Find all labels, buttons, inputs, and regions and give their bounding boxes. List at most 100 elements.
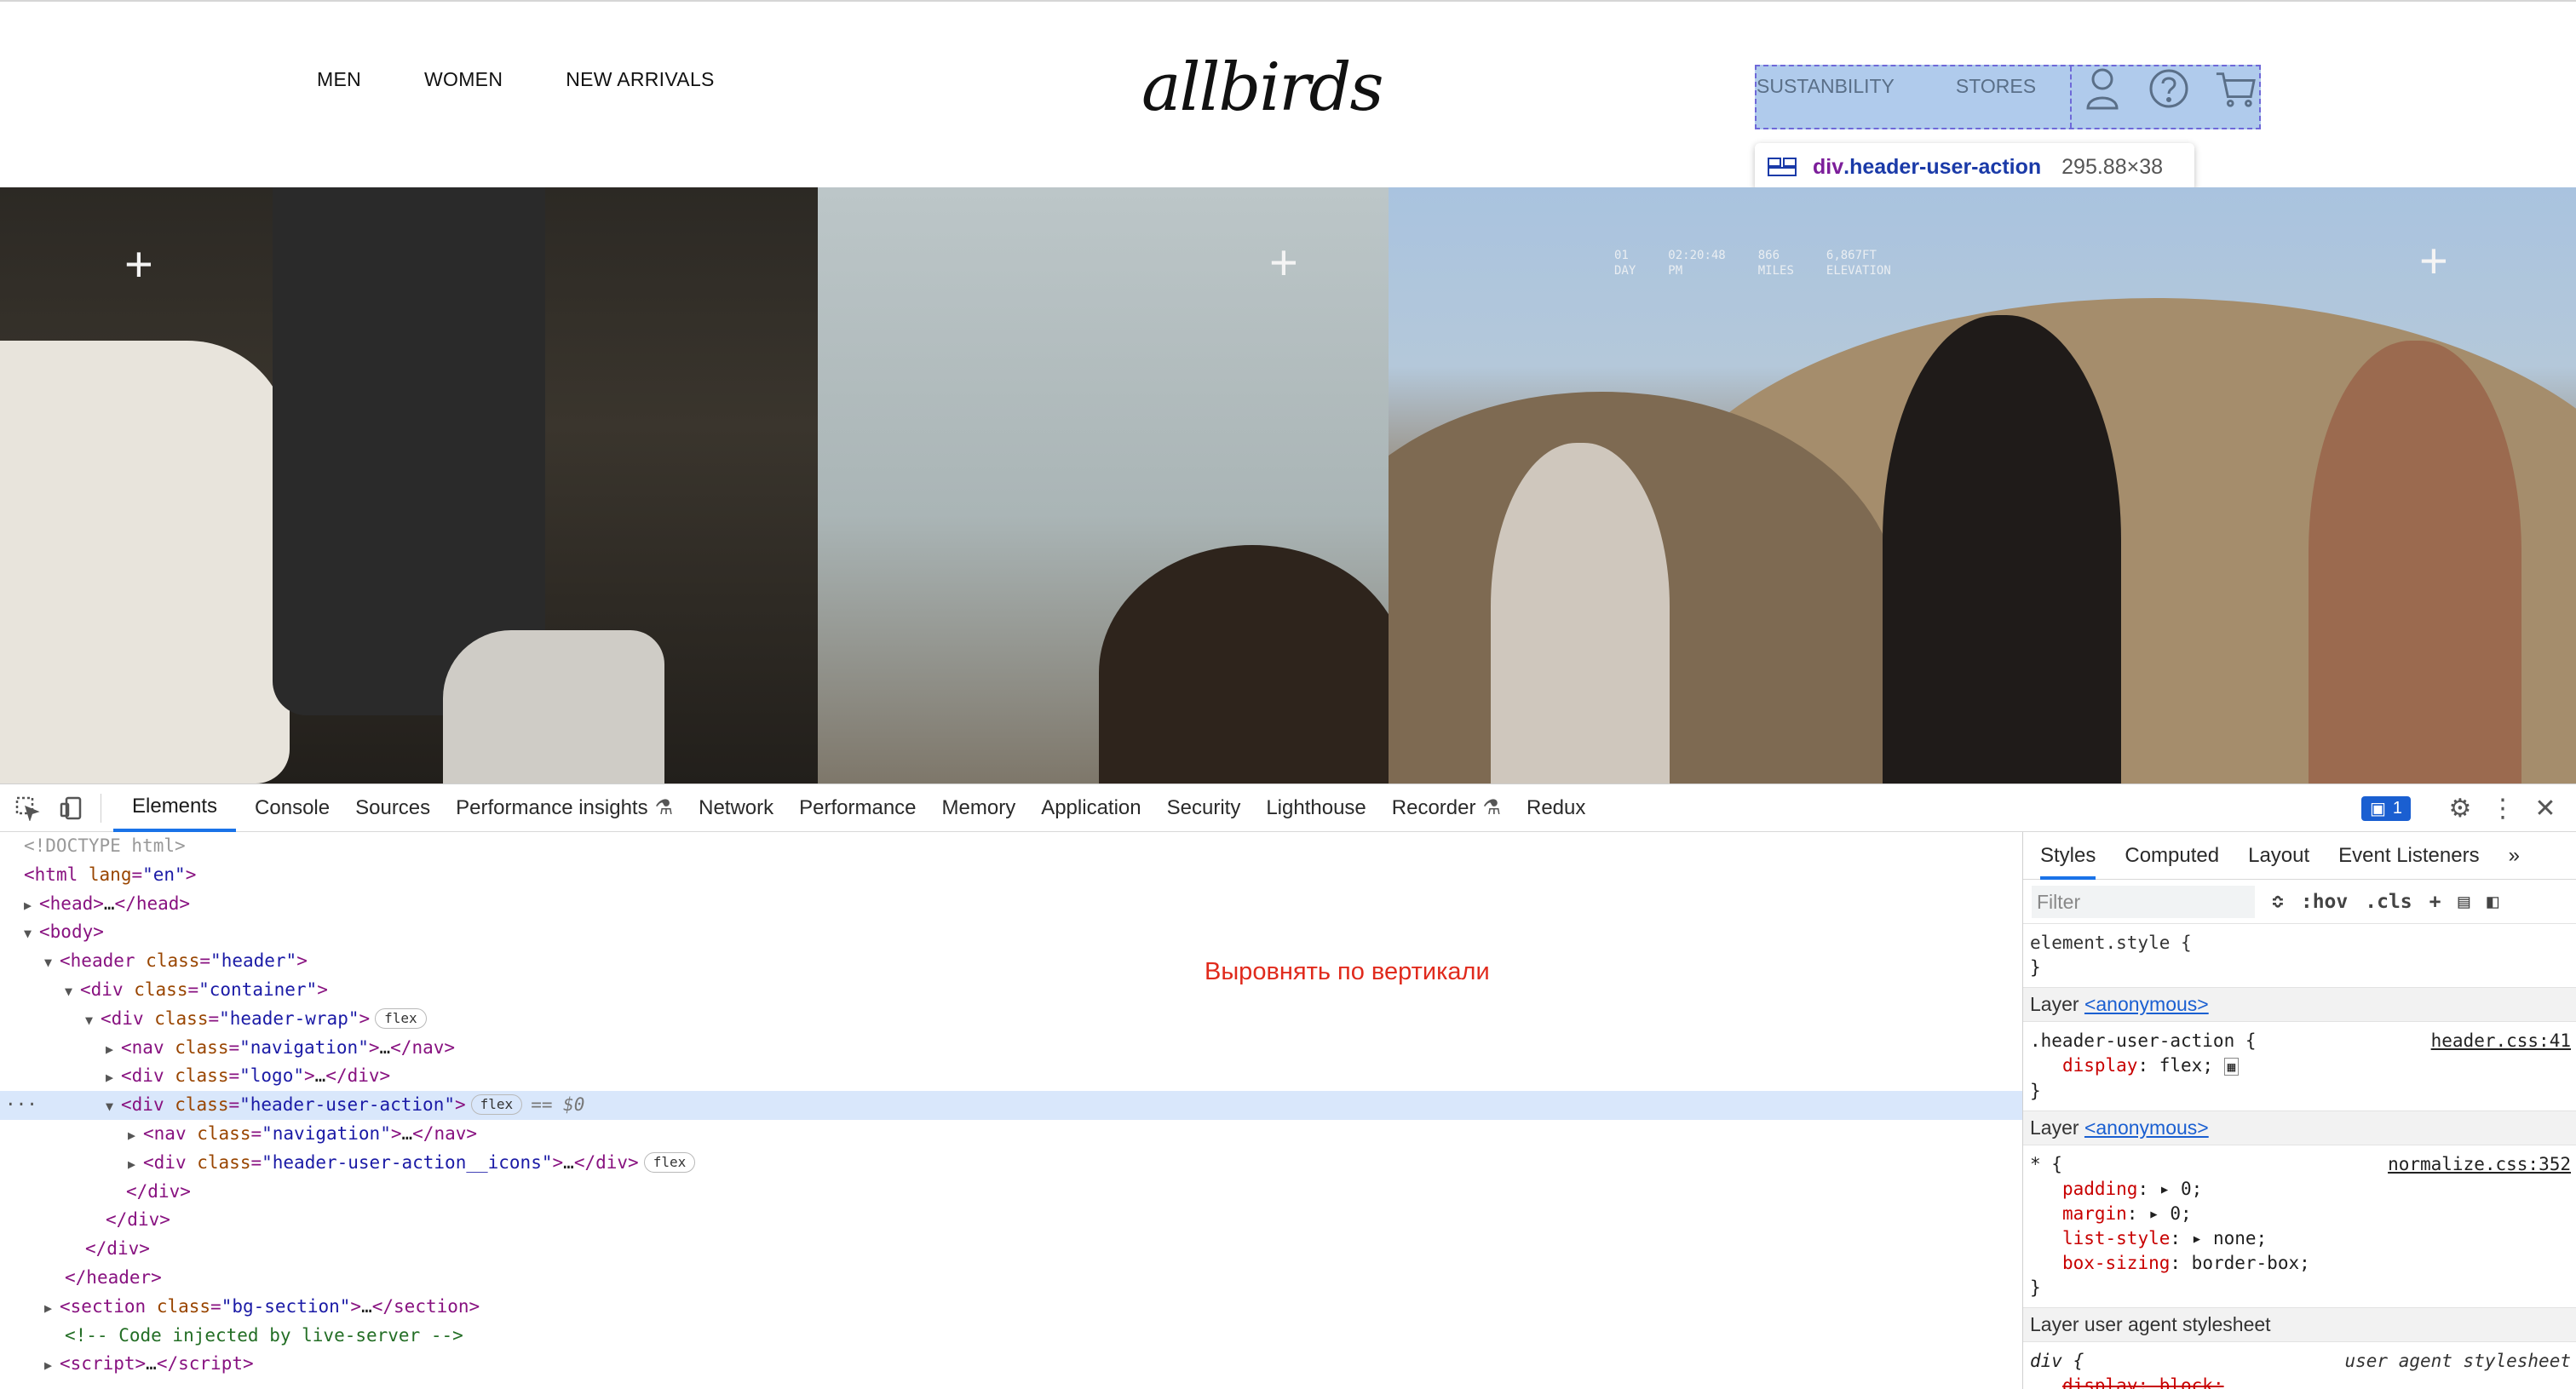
source-link[interactable]: header.css:41	[2431, 1029, 2571, 1053]
main-navigation: MEN WOMEN NEW ARRIVALS	[317, 68, 778, 91]
plus-icon: +	[2419, 233, 2448, 289]
dom-node[interactable]: <!-- Code injected by live-server -->	[0, 1322, 2022, 1351]
tab-console[interactable]: Console	[255, 784, 355, 832]
dom-node[interactable]: ▶ <script>…</script>	[0, 1350, 2022, 1379]
ua-layer-label: Layer user agent stylesheet	[2023, 1308, 2576, 1342]
flex-badge[interactable]: flex	[375, 1007, 427, 1029]
annotation-note: Выровнять по вертикали	[1205, 958, 1490, 985]
tab-memory[interactable]: Memory	[942, 784, 1042, 832]
dom-node[interactable]: </div>	[0, 1178, 2022, 1207]
tab-layout[interactable]: Layout	[2248, 844, 2309, 868]
help-icon[interactable]	[2148, 66, 2189, 111]
dom-node[interactable]: ▶ <nav class="navigation">…</nav>	[0, 1120, 2022, 1149]
device-toolbar-icon[interactable]	[55, 791, 89, 825]
toggle-icon[interactable]: ≎	[2272, 891, 2284, 913]
hero-banner: + + + 01 DAY 02:20:48 PM 866 MILES 6,867FT E…	[0, 187, 2576, 783]
nav-link-sustainability[interactable]: SUSTANBILITY	[1757, 75, 1895, 98]
styles-filter-input[interactable]: Filter	[2032, 885, 2255, 918]
tab-sources[interactable]: Sources	[355, 784, 456, 832]
settings-gear-icon[interactable]: ⚙	[2441, 789, 2479, 827]
devtools-tabbar: Elements Console Sources Performance ins…	[0, 784, 2576, 832]
more-options-icon[interactable]: ⋮	[2484, 789, 2521, 827]
cart-icon[interactable]	[2215, 66, 2256, 111]
more-icon[interactable]: ···	[5, 1091, 37, 1120]
stat-elevation: 6,867FT ELEVATION	[1826, 249, 1891, 278]
universal-rule: * {normalize.css:352 padding: ▸ 0; margi…	[2023, 1145, 2576, 1308]
header-user-action-icons	[2070, 66, 2271, 128]
nav-link-women[interactable]: WOMEN	[424, 68, 503, 91]
dom-node[interactable]: ▼ <div class="header-wrap"> flex	[0, 1005, 2022, 1034]
hero-panel-face: +	[818, 187, 1389, 783]
nav-link-men[interactable]: MEN	[317, 68, 361, 91]
nav-link-new-arrivals[interactable]: NEW ARRIVALS	[566, 68, 714, 91]
tab-redux[interactable]: Redux	[1527, 784, 1611, 832]
site-header: MEN WOMEN NEW ARRIVALS allbirds SUSTANBI…	[0, 0, 2576, 191]
devtools-right-controls: ▣ 1 ⚙ ⋮ ✕	[2360, 784, 2576, 832]
dom-node[interactable]: <!DOCTYPE html>	[0, 832, 2022, 861]
hero-panel-sneaker: +	[0, 187, 818, 783]
sidebar-toggle-icon[interactable]: ◧	[2487, 891, 2498, 913]
tab-elements[interactable]: Elements	[113, 784, 237, 832]
class-toggle[interactable]: .cls	[2365, 891, 2412, 913]
flex-badge[interactable]: flex	[470, 1094, 523, 1116]
tab-performance-insights[interactable]: Performance insights ⚗	[456, 784, 699, 832]
tab-lighthouse[interactable]: Lighthouse	[1266, 784, 1391, 832]
stat-day: 01 DAY	[1614, 249, 1636, 278]
element-style-rule: element.style { }	[2023, 924, 2576, 988]
dom-node-selected[interactable]: ··· ▼ <div class="header-user-action"> flex…	[0, 1091, 2022, 1120]
dom-node[interactable]: </header>	[0, 1264, 2022, 1293]
layer-label: Layer <anonymous>	[2023, 988, 2576, 1022]
hero-stats: 01 DAY 02:20:48 PM 866 MILES 6,867FT ELEVATI…	[1614, 249, 1891, 278]
more-tabs-icon[interactable]: »	[2509, 844, 2520, 868]
tab-computed[interactable]: Computed	[2125, 844, 2219, 868]
ua-rule: div {user agent stylesheet display: bloc…	[2023, 1342, 2576, 1389]
experiment-icon: ⚗	[654, 796, 674, 819]
dom-node[interactable]: ▶ <head>…</head>	[0, 890, 2022, 919]
close-icon[interactable]: ✕	[2527, 789, 2564, 827]
experiment-icon: ⚗	[1482, 796, 1501, 819]
flex-layout-icon	[1768, 158, 1797, 176]
tooltip-size: 295.88×38	[2061, 154, 2164, 179]
issues-badge[interactable]: ▣ 1	[2360, 795, 2411, 821]
tab-application[interactable]: Application	[1041, 784, 1166, 832]
dom-node[interactable]: ▶ <section class="bg-section">…</section>	[0, 1293, 2022, 1322]
plus-icon: +	[124, 237, 153, 292]
styles-pane: Styles Computed Layout Event Listeners »…	[2022, 832, 2576, 1389]
layer-link[interactable]: <anonymous>	[2084, 993, 2209, 1015]
dom-node[interactable]: <html lang="en">	[0, 861, 2022, 890]
dom-node[interactable]: ▼ <body>	[0, 918, 2022, 947]
tab-recorder[interactable]: Recorder ⚗	[1392, 784, 1527, 832]
dom-node[interactable]: ▼ <div class="container">	[0, 976, 2022, 1005]
flex-badge[interactable]: flex	[643, 1151, 696, 1173]
styles-tabbar: Styles Computed Layout Event Listeners »	[2023, 832, 2576, 880]
tab-security[interactable]: Security	[1167, 784, 1267, 832]
header-user-action-rule: .header-user-action {header.css:41 displ…	[2023, 1022, 2576, 1111]
dom-node[interactable]: ▼ <header class="header">	[0, 947, 2022, 976]
dom-tree: <!DOCTYPE html> <html lang="en"> ▶ <head>…	[0, 832, 2022, 1389]
hero-panel-runners: +	[1389, 187, 2576, 783]
layer-label: Layer <anonymous>	[2023, 1111, 2576, 1145]
tab-event-listeners[interactable]: Event Listeners	[2338, 844, 2479, 868]
source-link[interactable]: normalize.css:352	[2388, 1152, 2571, 1177]
inspect-element-icon[interactable]	[10, 791, 44, 825]
dom-node[interactable]: ▶ <div class="header-user-action__icons">…	[0, 1149, 2022, 1178]
dom-node[interactable]: ▶ <nav class="navigation">…</nav>	[0, 1034, 2022, 1063]
styles-filter-row: Filter ≎ :hov .cls + ▤ ◧	[2023, 880, 2576, 924]
site-logo[interactable]: allbirds	[1141, 55, 1384, 121]
dom-node[interactable]: </div>	[0, 1206, 2022, 1235]
dom-node[interactable]: ▶ <div class="logo">…</div>	[0, 1062, 2022, 1091]
tab-performance[interactable]: Performance	[799, 784, 941, 832]
layer-link[interactable]: <anonymous>	[2084, 1116, 2209, 1139]
hover-state-toggle[interactable]: :hov	[2301, 891, 2348, 913]
account-icon[interactable]	[2082, 66, 2123, 111]
add-rule-icon[interactable]: +	[2429, 891, 2441, 913]
plus-icon: +	[1269, 235, 1298, 290]
stat-time: 02:20:48 PM	[1668, 249, 1726, 278]
tab-network[interactable]: Network	[699, 784, 799, 832]
nav-link-stores[interactable]: STORES	[1956, 75, 2036, 98]
flex-editor-icon[interactable]: ▦	[2223, 1058, 2240, 1076]
paint-icon[interactable]: ▤	[2458, 891, 2470, 913]
tab-styles[interactable]: Styles	[2040, 844, 2096, 880]
dom-node[interactable]: </div>	[0, 1235, 2022, 1264]
header-user-action-highlight: SUSTANBILITY STORES	[1755, 65, 2261, 129]
